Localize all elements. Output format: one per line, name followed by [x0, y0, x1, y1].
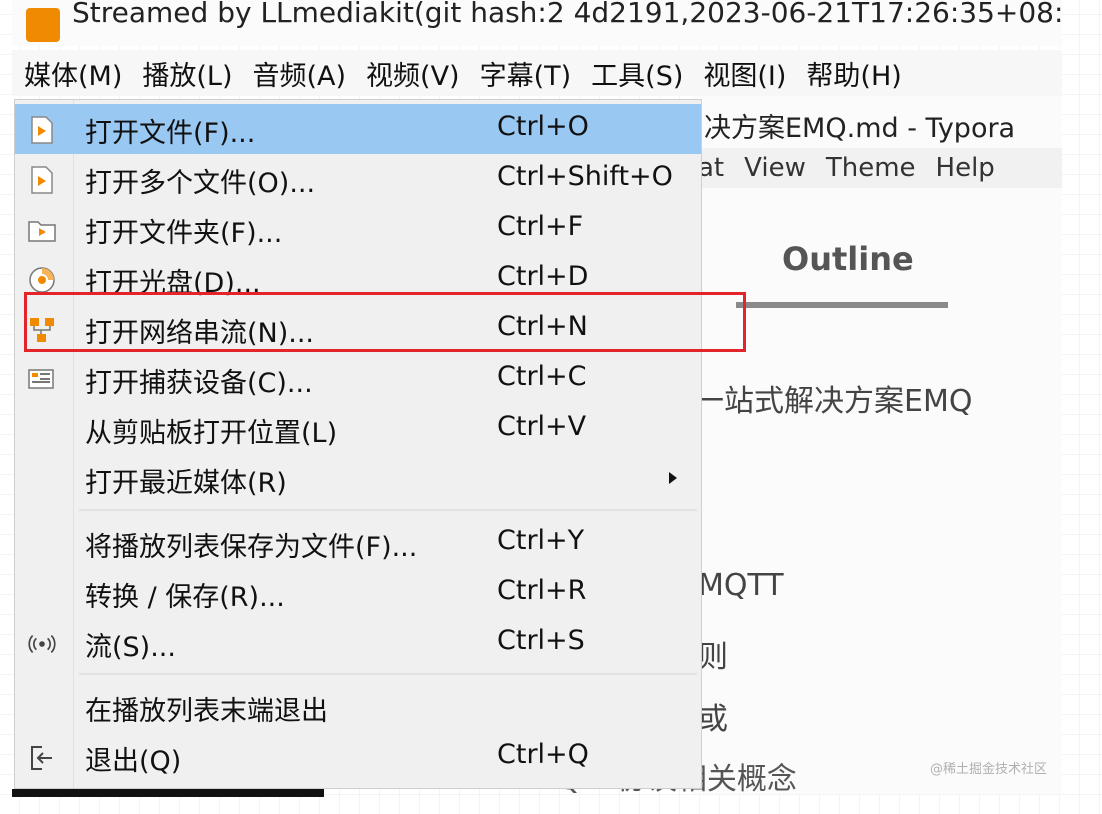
window-titlebar: Streamed by LLmediakit(git hash:2 4d2191…	[12, 0, 1062, 46]
menu-item-shortcut: Ctrl+D	[497, 261, 589, 292]
open-folder-icon	[27, 216, 57, 244]
menu-item-label: 打开多个文件(O)...	[85, 168, 316, 199]
typora-title: 决方案EMQ.md - Typora	[704, 113, 1016, 144]
outline-heading: Outline	[782, 240, 914, 278]
menu-item-shortcut: Ctrl+F	[497, 211, 584, 242]
open-file-icon	[27, 116, 57, 144]
menu-item-label: 打开文件夹(F)...	[85, 218, 283, 249]
menu-item-open-from-clipboard[interactable]: 从剪贴板打开位置(L) Ctrl+V	[15, 404, 701, 454]
menu-view[interactable]: 视图(I)	[695, 54, 794, 93]
exit-icon	[27, 744, 57, 772]
menu-separator	[79, 509, 697, 511]
outline-item[interactable]: MQTT	[698, 568, 784, 603]
menu-item-open-capture-device[interactable]: 打开捕获设备(C)... Ctrl+C	[15, 354, 701, 404]
menu-item-open-folder[interactable]: 打开文件夹(F)... Ctrl+F	[15, 204, 701, 254]
menu-help[interactable]: 帮助(H)	[798, 54, 909, 93]
menu-item-shortcut: Ctrl+Y	[497, 525, 585, 556]
menu-item-open-recent-media[interactable]: 打开最近媒体(R)	[15, 454, 701, 504]
menu-item-save-playlist[interactable]: 将播放列表保存为文件(F)... Ctrl+Y	[15, 518, 701, 568]
menu-item-label: 从剪贴板打开位置(L)	[85, 418, 338, 449]
menu-item-shortcut: Ctrl+O	[497, 111, 589, 142]
open-multiple-files-icon	[27, 166, 57, 194]
menu-item-label: 在播放列表末端退出	[85, 696, 328, 727]
menu-media[interactable]: 媒体(M)	[16, 54, 130, 93]
menu-bar: 媒体(M) 播放(L) 音频(A) 视频(V) 字幕(T) 工具(S) 视图(I…	[12, 50, 1062, 96]
menu-item-convert-save[interactable]: 转换 / 保存(R)... Ctrl+R	[15, 568, 701, 618]
menu-video[interactable]: 视频(V)	[358, 54, 468, 93]
menu-item-shortcut: Ctrl+Shift+O	[497, 161, 673, 192]
typora-menu-view[interactable]: View	[744, 153, 806, 183]
annotation-highlight-box	[24, 292, 746, 352]
menu-item-label: 将播放列表保存为文件(F)...	[85, 532, 418, 563]
menu-audio[interactable]: 音频(A)	[245, 54, 355, 93]
typora-menu-help[interactable]: Help	[936, 153, 995, 183]
menu-item-stream[interactable]: 流(S)... Ctrl+S	[15, 618, 701, 668]
bottom-edge-bar	[12, 789, 324, 797]
outline-item[interactable]: 一站式解决方案EMQ	[694, 376, 972, 420]
typora-window: 决方案EMQ.md - Typora at View Theme Help Ou…	[692, 96, 1062, 794]
outline-item[interactable]: 则	[698, 632, 728, 676]
outline-tab-underline	[736, 302, 948, 308]
capture-device-icon	[27, 366, 57, 394]
menu-item-label: 流(S)...	[85, 632, 176, 663]
disc-icon	[27, 266, 57, 294]
menu-item-label: 打开捕获设备(C)...	[85, 368, 313, 399]
menu-item-shortcut: Ctrl+S	[497, 625, 585, 656]
menu-item-label: 退出(Q)	[85, 746, 182, 777]
menu-item-shortcut: Ctrl+R	[497, 575, 587, 606]
media-dropdown-menu: 打开文件(F)... Ctrl+O 打开多个文件(O)... Ctrl+Shif…	[14, 99, 702, 789]
menu-item-shortcut: Ctrl+Q	[497, 739, 589, 770]
window-title: Streamed by LLmediakit(git hash:2 4d2191…	[72, 0, 1062, 29]
menu-item-label: 打开最近媒体(R)	[85, 468, 287, 499]
watermark: @稀土掘金技术社区	[930, 762, 1048, 777]
menu-item-label: 转换 / 保存(R)...	[85, 582, 285, 613]
menu-playback[interactable]: 播放(L)	[134, 54, 240, 93]
menu-item-label: 打开文件(F)...	[85, 118, 256, 149]
menu-item-open-file[interactable]: 打开文件(F)... Ctrl+O	[15, 104, 701, 154]
submenu-arrow-icon	[669, 472, 677, 484]
menu-item-shortcut: Ctrl+V	[497, 411, 587, 442]
stream-icon	[27, 630, 57, 658]
menu-subtitle[interactable]: 字幕(T)	[472, 54, 580, 93]
menu-tools[interactable]: 工具(S)	[583, 54, 691, 93]
menu-item-quit-at-end-of-playlist[interactable]: 在播放列表末端退出	[15, 682, 701, 732]
menu-item-shortcut: Ctrl+C	[497, 361, 587, 392]
menu-separator	[79, 673, 697, 675]
outline-item[interactable]: 或	[698, 694, 728, 738]
vlc-cone-icon	[26, 8, 60, 42]
typora-menu-bar: at View Theme Help	[692, 148, 1062, 188]
typora-menu-theme[interactable]: Theme	[826, 153, 916, 183]
menu-item-open-multiple-files[interactable]: 打开多个文件(O)... Ctrl+Shift+O	[15, 154, 701, 204]
menu-item-quit[interactable]: 退出(Q) Ctrl+Q	[15, 732, 701, 782]
